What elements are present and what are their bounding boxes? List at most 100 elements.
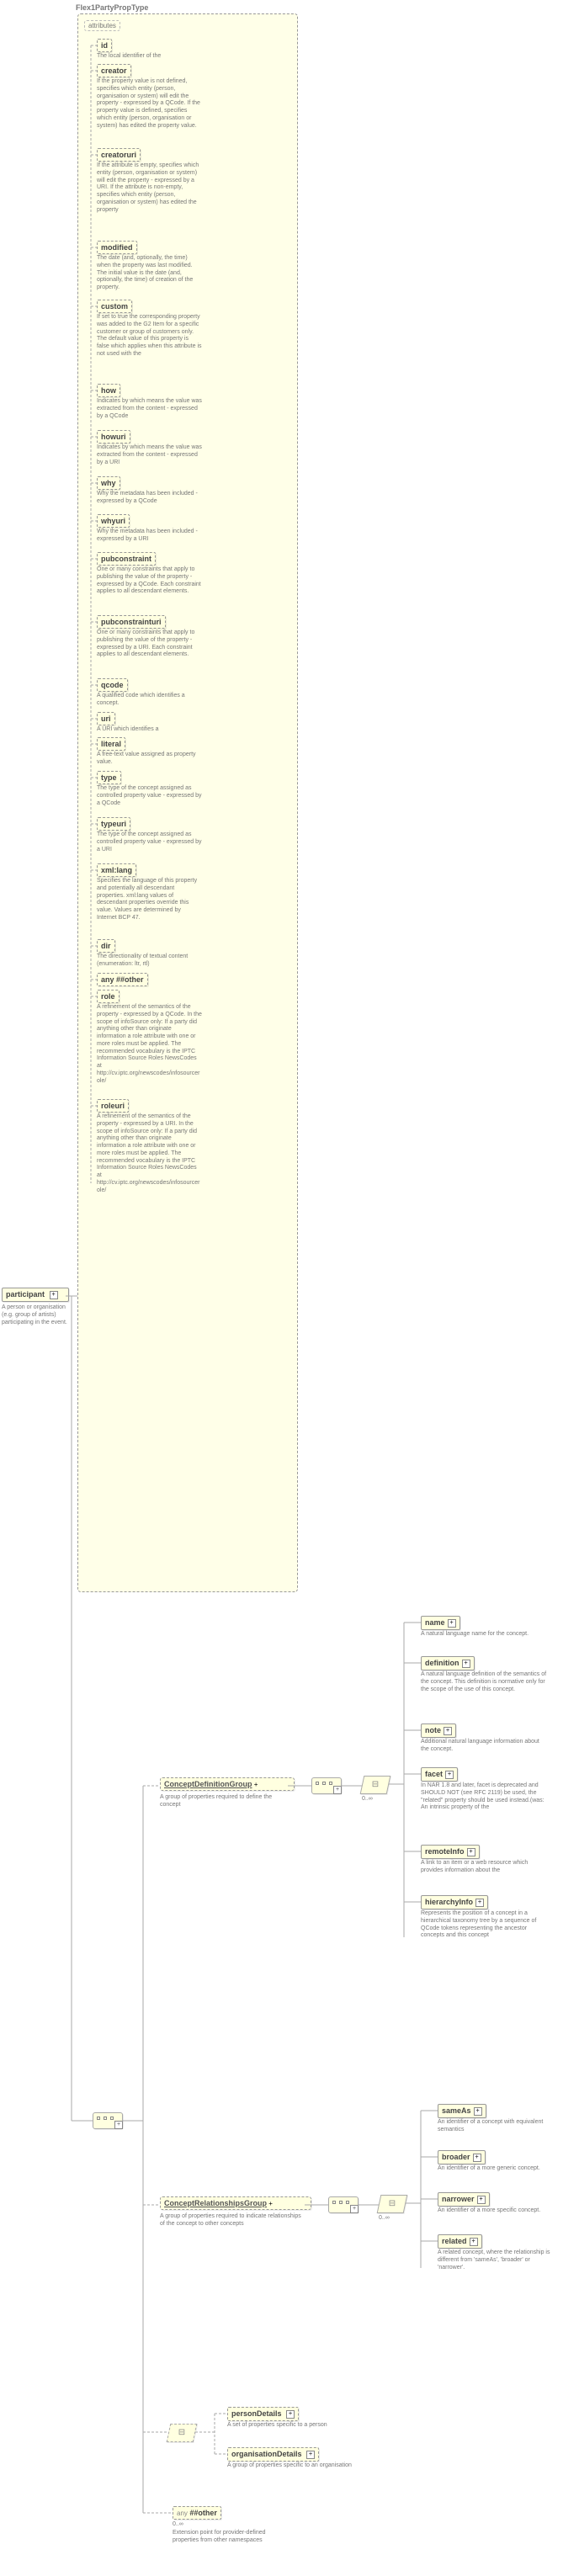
attribute-desc: If the attribute is empty, specifies whi… (97, 162, 202, 214)
element-desc: Extension point for provider-defined pro… (173, 2530, 282, 2545)
group-label: ConceptRelationshipsGroup (164, 2199, 267, 2207)
expand-icon[interactable]: + (254, 1781, 258, 1788)
diagram-title: Flex1PartyPropType (76, 3, 148, 12)
attribute-desc: Indicates by which means the value was e… (97, 444, 202, 466)
attribute-xml-lang: xml:lang (97, 863, 136, 877)
attribute-uri: uri (97, 712, 115, 725)
cardinality: 0..∞ (379, 2215, 390, 2221)
attribute-label: how (101, 386, 116, 395)
attribute-desc: The directionality of textual content (e… (97, 953, 202, 969)
group-concept-definition: ConceptDefinitionGroup + (160, 1777, 295, 1791)
attribute-type: type (97, 771, 121, 784)
choice-details: ⊟ (167, 2424, 198, 2442)
element-desc: A link to an item or a web resource whic… (421, 1860, 547, 1875)
attribute-desc: The local identifier of the (97, 53, 202, 61)
expand-icon[interactable]: + (445, 1771, 454, 1779)
attribute-desc: A refinement of the semantics of the pro… (97, 1113, 202, 1194)
element-label: name (425, 1618, 445, 1627)
element-label: facet (425, 1770, 443, 1778)
element-sameas: sameAs+ (438, 2104, 486, 2118)
element-desc: Additional natural language information … (421, 1739, 547, 1754)
attribute-role: role (97, 990, 120, 1003)
root-label: participant (6, 1290, 45, 1299)
attribute-pubconstrainturi: pubconstrainturi (97, 615, 166, 629)
expand-icon[interactable]: + (350, 2205, 359, 2213)
root-desc: A person or organisation (e.g. group of … (2, 1304, 73, 1326)
attribute-desc: The type of the concept assigned as cont… (97, 785, 202, 807)
cardinality: 0..∞ (173, 2521, 183, 2527)
attribute-custom: custom (97, 300, 132, 313)
element-facet: facet+ (421, 1767, 458, 1782)
attribute-label: why (101, 479, 116, 487)
expand-icon[interactable]: + (114, 2121, 123, 2129)
expand-icon[interactable]: + (444, 1727, 452, 1735)
element-label: broader (442, 2153, 470, 2161)
attribute-whyuri: whyuri (97, 514, 130, 528)
attribute-typeuri: typeuri (97, 817, 130, 831)
attribute-label: pubconstrainturi (101, 618, 162, 626)
attribute-label: xml:lang (101, 866, 132, 874)
attribute-desc: One or many constraints that apply to pu… (97, 566, 202, 596)
attribute-modified: modified (97, 241, 137, 254)
attribute-desc: The date (and, optionally, the time) whe… (97, 255, 202, 292)
expand-icon[interactable]: + (50, 1291, 58, 1299)
attribute-label: creatoruri (101, 151, 136, 159)
element-desc: A group of properties specific to an org… (227, 2462, 353, 2470)
attribute-qcode: qcode (97, 678, 128, 692)
element-desc: An identifier of a concept with equivale… (438, 2119, 555, 2134)
expand-icon[interactable]: + (467, 1848, 475, 1856)
attribute-how: how (97, 384, 120, 397)
attribute-desc: The type of the concept assigned as cont… (97, 831, 202, 853)
element-label: sameAs (442, 2106, 471, 2115)
attribute-creator: creator (97, 64, 131, 77)
root-element: participant + (2, 1288, 69, 1302)
element-desc: An identifier of a more specific concept… (438, 2207, 555, 2215)
attribute-roleuri: roleuri (97, 1099, 129, 1113)
element-label: related (442, 2237, 467, 2245)
attribute-desc: A qualified code which identifies a conc… (97, 693, 202, 708)
element-desc: Represents the position of a concept in … (421, 1910, 547, 1940)
attribute-desc: Indicates by which means the value was e… (97, 398, 202, 420)
attribute-dir: dir (97, 939, 115, 953)
attribute-desc: A refinement of the semantics of the pro… (97, 1004, 202, 1085)
attribute-desc: A URI which identifies a (97, 726, 202, 734)
attribute-desc: Why the metadata has been included - exp… (97, 491, 202, 506)
element-label: note (425, 1726, 441, 1734)
sequence-def: + (311, 1777, 342, 1794)
expand-icon[interactable]: + (477, 2196, 486, 2204)
expand-icon[interactable]: + (268, 2200, 273, 2207)
element-note: note+ (421, 1724, 456, 1738)
attribute-label: uri (101, 714, 111, 723)
attribute-label: dir (101, 942, 111, 950)
element-label: definition (425, 1659, 459, 1667)
element-label: hierarchyInfo (425, 1898, 473, 1906)
expand-icon[interactable]: + (470, 2238, 478, 2246)
expand-icon[interactable]: + (333, 1786, 342, 1794)
attribute-label: typeuri (101, 820, 126, 828)
expand-icon[interactable]: + (473, 2154, 481, 2162)
attribute-id: id (97, 39, 112, 52)
attributes-caption: attributes (84, 20, 120, 31)
expand-icon[interactable]: + (475, 1899, 484, 1907)
element-narrower: narrower+ (438, 2192, 490, 2207)
attribute-label: type (101, 773, 117, 782)
attribute-desc: One or many constraints that apply to pu… (97, 629, 202, 659)
element-person-details: personDetails + (227, 2407, 299, 2421)
expand-icon[interactable]: + (306, 2451, 315, 2459)
expand-icon[interactable]: + (474, 2107, 482, 2116)
sequence-main: + (93, 2112, 123, 2129)
expand-icon[interactable]: + (286, 2410, 295, 2419)
attribute-creatoruri: creatoruri (97, 148, 141, 162)
element-desc: A natural language definition of the sem… (421, 1671, 547, 1693)
attribute-desc: If set to true the corresponding propert… (97, 314, 202, 359)
element-broader: broader+ (438, 2150, 486, 2164)
sequence-rel: + (328, 2196, 359, 2213)
expand-icon[interactable]: + (462, 1660, 470, 1668)
element-related: related+ (438, 2234, 482, 2249)
group-desc: A group of properties required to define… (160, 1794, 286, 1809)
element-desc: A natural language name for the concept. (421, 1631, 547, 1639)
attribute-label: any ##other (101, 975, 144, 984)
expand-icon[interactable]: + (448, 1619, 456, 1628)
attribute-desc: If the property value is not defined, sp… (97, 78, 202, 130)
attribute-label: role (101, 992, 115, 1001)
